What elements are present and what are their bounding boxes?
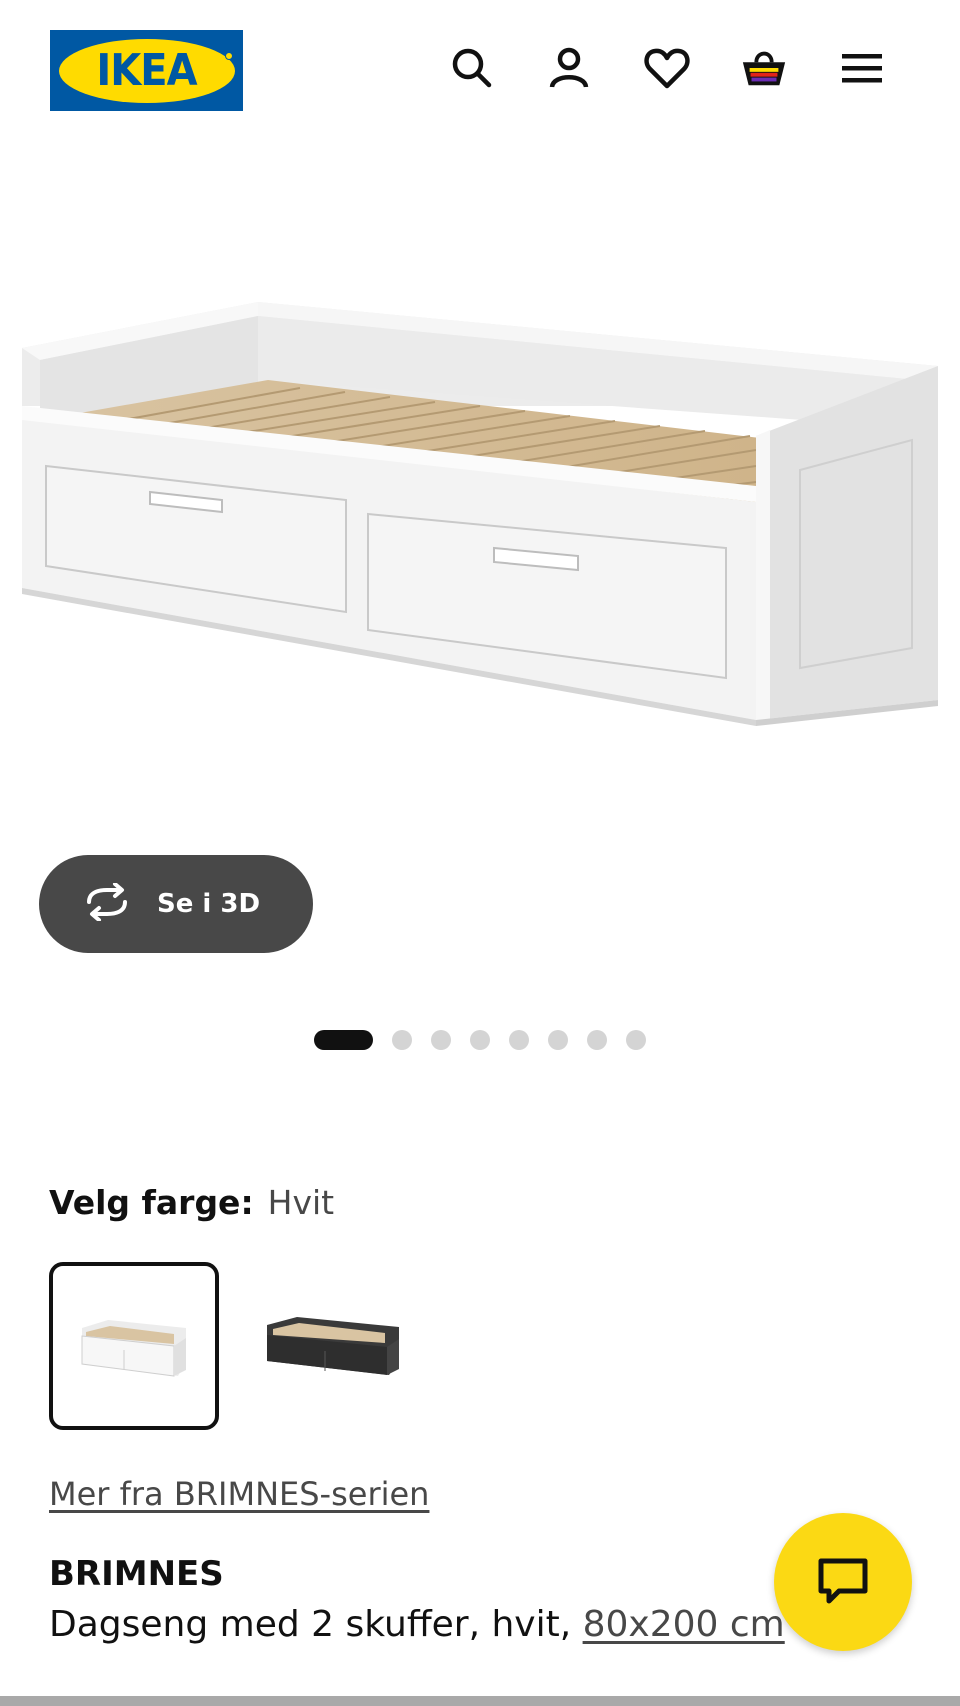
registered-mark bbox=[225, 52, 233, 60]
carousel-dot-3[interactable] bbox=[431, 1030, 451, 1050]
product-description-text: Dagseng med 2 skuffer, hvit, bbox=[49, 1604, 583, 1645]
bottom-scroll-bar bbox=[0, 1696, 960, 1706]
product-image[interactable] bbox=[0, 230, 960, 850]
search-icon[interactable] bbox=[448, 44, 496, 92]
white-daybed-thumbnail bbox=[81, 1320, 186, 1377]
color-swatch-black[interactable] bbox=[248, 1262, 418, 1430]
carousel-dot-1[interactable] bbox=[314, 1030, 373, 1050]
view-3d-button[interactable]: Se i 3D bbox=[39, 855, 313, 953]
color-value: Hvit bbox=[267, 1183, 335, 1222]
header: IKEA bbox=[0, 0, 960, 140]
carousel-dot-7[interactable] bbox=[587, 1030, 607, 1050]
user-icon[interactable] bbox=[545, 44, 593, 92]
carousel-dot-6[interactable] bbox=[548, 1030, 568, 1050]
carousel-indicators bbox=[314, 1030, 665, 1050]
product-name: BRIMNES bbox=[49, 1554, 224, 1594]
color-selector-heading: Velg farge: Hvit bbox=[49, 1183, 334, 1222]
view-3d-label: Se i 3D bbox=[157, 889, 261, 919]
logo-oval: IKEA bbox=[58, 38, 235, 103]
menu-icon[interactable] bbox=[838, 44, 886, 92]
series-link[interactable]: Mer fra BRIMNES-serien bbox=[49, 1475, 429, 1513]
carousel-dot-8[interactable] bbox=[626, 1030, 646, 1050]
color-label: Velg farge: bbox=[49, 1183, 254, 1222]
basket-icon[interactable] bbox=[740, 44, 788, 92]
product-description: Dagseng med 2 skuffer, hvit, 80x200 cm bbox=[49, 1604, 785, 1645]
logo-text: IKEA bbox=[96, 45, 197, 96]
product-size-link[interactable]: 80x200 cm bbox=[583, 1604, 785, 1645]
carousel-dot-2[interactable] bbox=[392, 1030, 412, 1050]
rotate-3d-icon bbox=[81, 881, 133, 926]
chat-icon bbox=[818, 1558, 868, 1604]
black-daybed-thumbnail bbox=[267, 1317, 399, 1375]
chat-button[interactable] bbox=[774, 1513, 912, 1651]
color-swatch-white[interactable] bbox=[49, 1262, 219, 1430]
carousel-dot-4[interactable] bbox=[470, 1030, 490, 1050]
carousel-dot-5[interactable] bbox=[509, 1030, 529, 1050]
ikea-logo[interactable]: IKEA bbox=[50, 30, 243, 111]
heart-icon[interactable] bbox=[643, 44, 691, 92]
